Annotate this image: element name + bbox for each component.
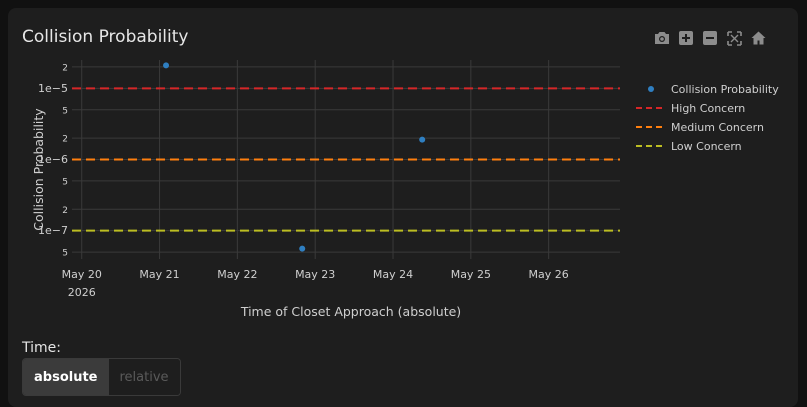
time-mode-toggle: absolute relative: [22, 358, 181, 396]
legend-marker: [648, 86, 654, 92]
x-tick-label: May 23: [295, 268, 335, 281]
x-tick-label: May 21: [139, 268, 179, 281]
plot-card: Collision Probability May 20 2026 May 21…: [8, 8, 798, 407]
legend-label: Medium Concern: [671, 121, 764, 134]
x-tick-label: May 22: [217, 268, 257, 281]
legend-label: Collision Probability: [671, 83, 779, 96]
time-label: Time:: [22, 340, 61, 356]
legend-label: Low Concern: [671, 140, 742, 153]
time-absolute-button[interactable]: absolute: [23, 359, 109, 395]
data-point: [419, 136, 426, 143]
x-tick-sublabel: 2026: [68, 286, 96, 299]
x-axis-title: Time of Closet Approach (absolute): [240, 304, 461, 319]
data-point: [299, 245, 306, 252]
chart-plot[interactable]: May 20 2026 May 21 May 22 May 23 May 24 May 25…: [8, 8, 798, 328]
y-tick-label: 2: [62, 135, 68, 145]
y-tick-label: 5: [62, 177, 68, 187]
y-axis-title: Collision Probability: [31, 108, 46, 231]
y-tick-label: 5: [62, 249, 68, 259]
x-tick-label: May 20: [62, 268, 102, 281]
y-tick-label: 2: [62, 63, 68, 73]
y-tick-label: 1e−5: [38, 82, 68, 95]
x-tick-label: May 24: [373, 268, 413, 281]
x-tick-label: May 25: [451, 268, 491, 281]
data-point: [163, 62, 170, 69]
time-relative-button[interactable]: relative: [108, 359, 180, 395]
legend-label: High Concern: [671, 102, 745, 115]
x-tick-label: May 26: [529, 268, 569, 281]
y-tick-label: 2: [62, 206, 68, 216]
y-tick-label: 5: [62, 106, 68, 116]
